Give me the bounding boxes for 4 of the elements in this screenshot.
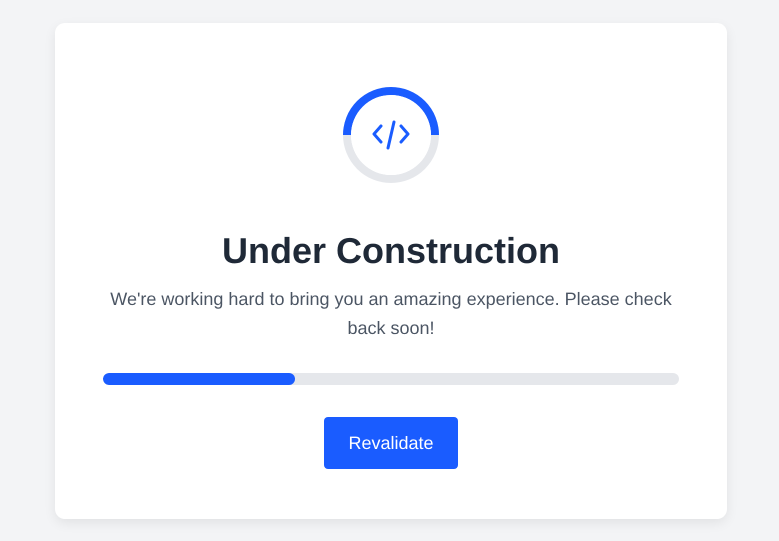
revalidate-button[interactable]: Revalidate [324, 417, 458, 469]
page-title: Under Construction [222, 229, 560, 273]
loading-spinner-icon [343, 87, 439, 183]
message-text: We're working hard to bring you an amazing experience. Please check back soon! [109, 288, 673, 340]
